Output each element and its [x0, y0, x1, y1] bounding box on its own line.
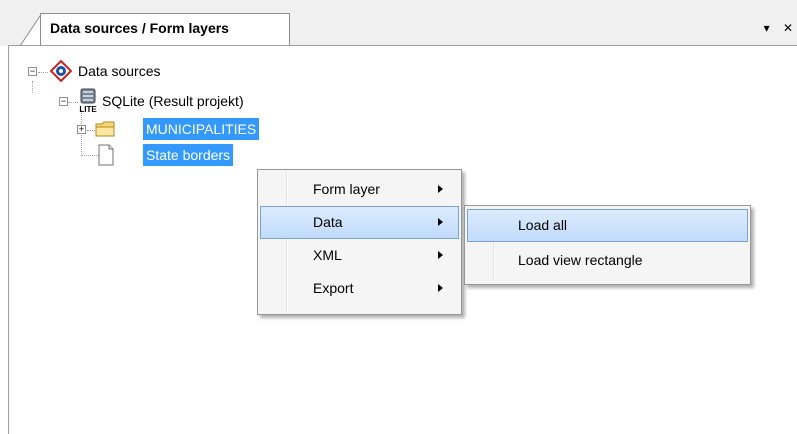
expander-connection[interactable]: − [59, 97, 68, 106]
submenu-arrow-icon [438, 251, 443, 259]
menu-item-xml[interactable]: XML [260, 239, 459, 272]
submenu-arrow-icon [438, 185, 443, 193]
menu-item-form-layer[interactable]: Form layer [260, 173, 459, 206]
submenu-arrow-icon [438, 218, 443, 226]
pane-buttons: ▾ ✕ [754, 21, 793, 35]
menu-item-xml-label: XML [313, 247, 342, 263]
submenu-item-load-all[interactable]: Load all [467, 209, 748, 242]
menu-item-form-layer-label: Form layer [313, 181, 380, 197]
folder-icon [95, 121, 115, 137]
tree-label-data-sources[interactable]: Data sources [75, 60, 163, 82]
pane-dropdown-icon[interactable]: ▾ [764, 21, 770, 35]
submenu-item-load-view-rectangle[interactable]: Load view rectangle [467, 244, 748, 277]
menu-item-data[interactable]: Data [260, 206, 459, 239]
pane-close-icon[interactable]: ✕ [783, 21, 793, 35]
data-sources-icon [50, 60, 72, 82]
tree-line-root-h [38, 72, 48, 73]
tab-title: Data sources / Form layers [50, 20, 229, 36]
document-icon [98, 144, 114, 166]
tree-label-municipalities[interactable]: MUNICIPALITIES [143, 118, 260, 140]
database-lite-text: LITE [79, 105, 97, 114]
tree-label-sqlite[interactable]: SQLite (Result projekt) [99, 90, 247, 112]
menu-item-data-label: Data [313, 214, 343, 230]
expander-municipalities[interactable]: + [77, 125, 86, 134]
menu-item-export[interactable]: Export [260, 272, 459, 305]
tree-line-root-vertical [32, 81, 33, 93]
database-lite-icon: LITE [79, 88, 97, 114]
submenu-item-load-view-rectangle-label: Load view rectangle [518, 252, 643, 268]
data-submenu: Load all Load view rectangle [464, 205, 751, 285]
tree-label-state-borders[interactable]: State borders [143, 144, 234, 166]
pane-header: Data sources / Form layers ▾ ✕ [0, 0, 797, 46]
submenu-arrow-icon [438, 284, 443, 292]
context-menu: Form layer Data XML Export [257, 169, 462, 315]
submenu-item-load-all-label: Load all [518, 217, 568, 233]
menu-item-export-label: Export [313, 280, 354, 296]
expander-root[interactable]: − [28, 67, 37, 76]
